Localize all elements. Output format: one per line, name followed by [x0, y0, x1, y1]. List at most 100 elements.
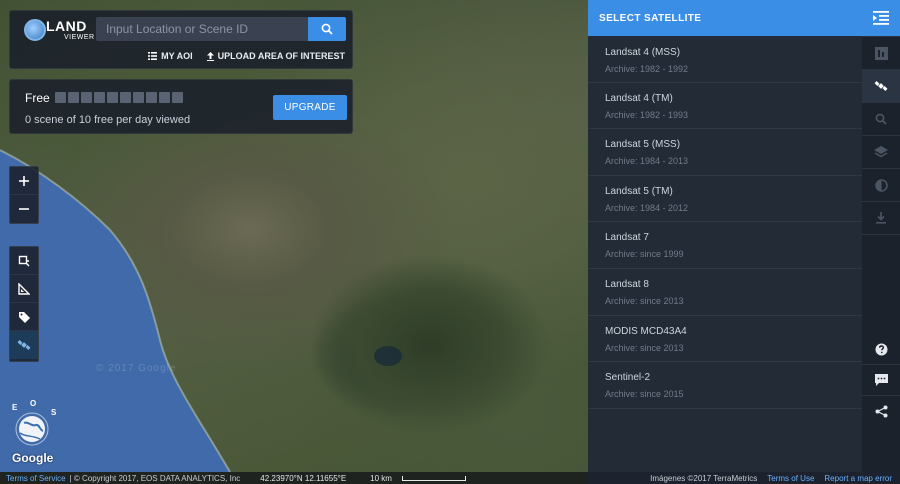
grid-button[interactable]: [862, 37, 900, 69]
tag-button[interactable]: [10, 303, 38, 331]
panel-title: SELECT SATELLITE: [588, 0, 862, 36]
satellite-name: Landsat 4 (MSS): [605, 47, 681, 58]
satellite-item-landsat-7[interactable]: Landsat 7 Archive: since 1999: [588, 222, 862, 269]
imagery-credit: Imágenes ©2017 TerraMetrics: [650, 473, 758, 483]
measure-button[interactable]: [10, 275, 38, 303]
terms-of-service-link[interactable]: Terms of Service: [6, 474, 66, 483]
tag-icon: [18, 311, 30, 323]
plus-icon: [19, 175, 29, 186]
satellite-name: MODIS MCD43A4: [605, 325, 687, 337]
logo-subtext: VIEWER: [64, 34, 95, 41]
satellite-archive: Archive: 1982 - 1993: [605, 109, 689, 120]
zoom-in-button[interactable]: [10, 167, 38, 195]
search-button[interactable]: [308, 17, 346, 41]
satellite-icon: [874, 81, 888, 91]
upgrade-button[interactable]: UPGRADE: [273, 95, 347, 120]
satellite-panel: SELECT SATELLITE Landsat 4 (MSS) Archive…: [588, 0, 862, 472]
quota-slot: [146, 92, 157, 103]
help-button[interactable]: [862, 334, 900, 364]
google-logo: Google: [12, 451, 54, 465]
divider: [862, 234, 900, 235]
contrast-button[interactable]: [862, 169, 900, 201]
eos-letter-e: E: [12, 403, 18, 412]
upload-aoi-label: UPLOAD AREA OF INTEREST: [217, 51, 345, 61]
list-icon: [148, 52, 158, 60]
scale-label: 10 km: [370, 473, 392, 483]
satellite-item-landsat-5-mss[interactable]: Landsat 5 (MSS) Archive: 1984 - 2013: [588, 129, 862, 176]
search-scenes-button[interactable]: [862, 103, 900, 135]
satellite-name: Landsat 8: [605, 278, 649, 290]
satellite-archive: Archive: since 1999: [605, 249, 684, 260]
eos-letter-o: O: [30, 399, 37, 408]
my-aoi-button[interactable]: MY AOI: [148, 51, 193, 61]
report-error-link[interactable]: Report a map error: [824, 474, 892, 483]
search-icon: [321, 23, 333, 35]
upload-icon: [206, 51, 214, 61]
search-input[interactable]: [96, 17, 308, 41]
map-footer-right: Imágenes ©2017 TerraMetrics Terms of Use…: [588, 472, 900, 484]
satellite-item-sentinel-2[interactable]: Sentinel-2 Archive: since 2015: [588, 362, 862, 409]
satellite-archive: Archive: since 2015: [605, 389, 684, 400]
map-tools: [9, 246, 39, 362]
satellite-name: Landsat 4 (TM): [605, 92, 673, 104]
ruler-icon: [18, 282, 30, 295]
satellite-name: Landsat 5 (TM): [605, 185, 673, 197]
eos-logo[interactable]: E O S: [10, 399, 62, 447]
zoom-controls: [9, 166, 39, 224]
quota-slot: [159, 92, 170, 103]
quota-slot: [107, 92, 118, 103]
satellite-item-landsat-4-tm[interactable]: Landsat 4 (TM) Archive: 1982 - 1993: [588, 83, 862, 130]
quota-panel: Free 0 scene of 10 free per day viewed U…: [9, 79, 353, 134]
satellite-icon: [17, 340, 31, 350]
satellite-tool-button[interactable]: [10, 331, 38, 359]
grid-icon: [874, 46, 888, 60]
scale-bar: [401, 475, 466, 481]
globe-icon: [24, 19, 46, 41]
layers-button[interactable]: [862, 136, 900, 168]
quota-slot: [94, 92, 105, 103]
download-button[interactable]: [862, 202, 900, 234]
satellite-item-landsat-4-mss[interactable]: Landsat 4 (MSS) Archive: 1982 - 1992: [588, 36, 862, 83]
share-icon: [875, 405, 887, 417]
chat-button[interactable]: [862, 365, 900, 395]
quota-slot: [172, 92, 183, 103]
satellite-archive: Archive: since 2013: [605, 295, 684, 306]
land-viewer-logo[interactable]: LAND VIEWER: [24, 17, 94, 45]
map-footer: Terms of Service | © Copyright 2017, EOS…: [0, 472, 588, 484]
satellite-item-landsat-5-tm[interactable]: Landsat 5 (TM) Archive: 1984 - 2012: [588, 176, 862, 223]
collapse-panel-button[interactable]: [862, 0, 900, 36]
contrast-icon: [874, 178, 888, 192]
logo-text: LAND: [46, 18, 87, 34]
draw-aoi-button[interactable]: [10, 247, 38, 275]
copyright-text: | © Copyright 2017, EOS DATA ANALYTICS, …: [69, 473, 241, 483]
collapse-panel-icon: [873, 11, 889, 25]
satellite-name: Landsat 7: [605, 232, 649, 244]
help-icon: [875, 343, 887, 355]
crop-icon: [18, 255, 30, 266]
chat-icon: [874, 374, 888, 386]
layers-icon: [874, 146, 888, 158]
quota-slot: [81, 92, 92, 103]
quota-slot: [133, 92, 144, 103]
quota-slot: [55, 92, 66, 103]
my-aoi-label: MY AOI: [161, 51, 193, 61]
satellite-item-landsat-8[interactable]: Landsat 8 Archive: since 2013: [588, 269, 862, 316]
satellite-archive: Archive: since 2013: [605, 342, 684, 353]
map-watermark: © 2017 Google: [96, 363, 177, 374]
zoom-out-button[interactable]: [10, 195, 38, 223]
satellite-name: Sentinel-2: [605, 372, 651, 384]
plan-label: Free: [25, 91, 50, 105]
eos-letter-s: S: [51, 408, 57, 417]
satellite-archive: Archive: 1982 - 1992: [605, 64, 689, 74]
terms-of-use-link[interactable]: Terms of Use: [767, 474, 814, 483]
upload-aoi-button[interactable]: UPLOAD AREA OF INTEREST: [206, 51, 345, 61]
satellite-archive: Archive: 1984 - 2013: [605, 156, 689, 167]
minus-icon: [19, 208, 29, 210]
quota-slot: [120, 92, 131, 103]
right-toolbar: [862, 0, 900, 472]
satellite-select-button[interactable]: [862, 70, 900, 102]
satellite-list: Landsat 4 (MSS) Archive: 1982 - 1992 Lan…: [588, 36, 862, 409]
satellite-item-modis[interactable]: MODIS MCD43A4 Archive: since 2013: [588, 316, 862, 363]
quota-description: 0 scene of 10 free per day viewed: [25, 114, 191, 126]
share-button[interactable]: [862, 396, 900, 426]
